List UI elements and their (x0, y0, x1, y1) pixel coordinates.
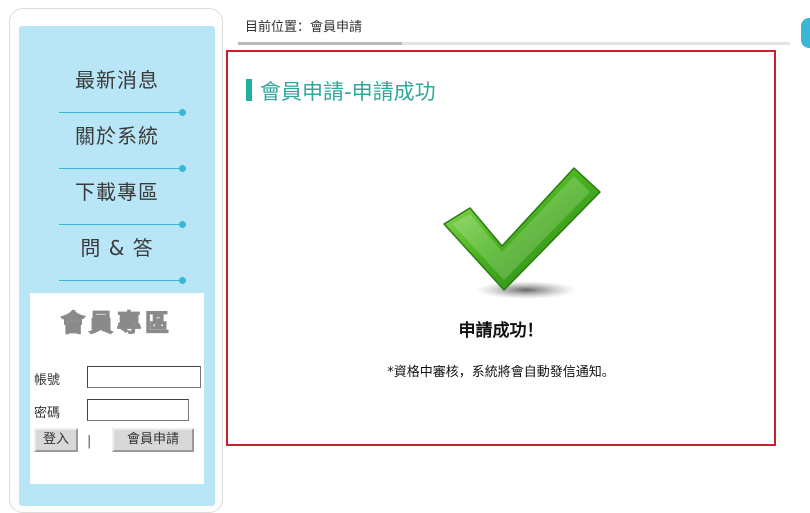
page-title: 會員申請-申請成功 (260, 80, 436, 104)
register-button[interactable]: 會員申請 (112, 428, 194, 452)
nav-item-news[interactable]: 最新消息 (19, 50, 215, 106)
heading-marker (246, 79, 252, 101)
page: 最新消息 關於系統 下載專區 問 & 答 會員專區 帳號 密碼 登入 | 會員申… (0, 0, 810, 513)
nav-item-about[interactable]: 關於系統 (19, 106, 215, 162)
success-title: 申請成功！ (458, 321, 544, 341)
nav-item-downloads[interactable]: 下載專區 (19, 162, 215, 218)
member-area: 會員專區 帳號 密碼 登入 | 會員申請 (30, 293, 204, 484)
nav-item-about-label: 關於系統 (75, 124, 159, 148)
login-button[interactable]: 登入 (34, 428, 78, 452)
button-separator: | (87, 434, 92, 449)
nav-divider (59, 280, 185, 281)
nav-item-faq[interactable]: 問 & 答 (19, 218, 215, 274)
account-input[interactable] (87, 366, 201, 388)
checkmark-icon (440, 164, 610, 304)
sidebar: 最新消息 關於系統 下載專區 問 & 答 會員專區 帳號 密碼 登入 | 會員申… (9, 8, 223, 513)
success-note: *資格中審核，系統將會自動發信通知。 (387, 365, 615, 380)
breadcrumb: 目前位置：會員申請 (245, 20, 363, 35)
nav-item-news-label: 最新消息 (75, 68, 159, 92)
sidebar-panel: 最新消息 關於系統 下載專區 問 & 答 會員專區 帳號 密碼 登入 | 會員申… (19, 26, 215, 506)
member-area-title: 會員專區 (61, 309, 173, 338)
password-input[interactable] (87, 399, 189, 421)
breadcrumb-underline-active (238, 42, 402, 45)
nav-item-faq-label: 問 & 答 (80, 236, 154, 260)
password-label: 密碼 (34, 406, 61, 421)
edge-accent (801, 18, 810, 48)
main-content: 會員申請-申請成功 申請成功！ *資格中審核，系統將會自動發信通知。 (226, 50, 776, 446)
account-label: 帳號 (34, 373, 61, 388)
nav-divider-dot (179, 277, 186, 284)
nav-item-downloads-label: 下載專區 (75, 180, 159, 204)
